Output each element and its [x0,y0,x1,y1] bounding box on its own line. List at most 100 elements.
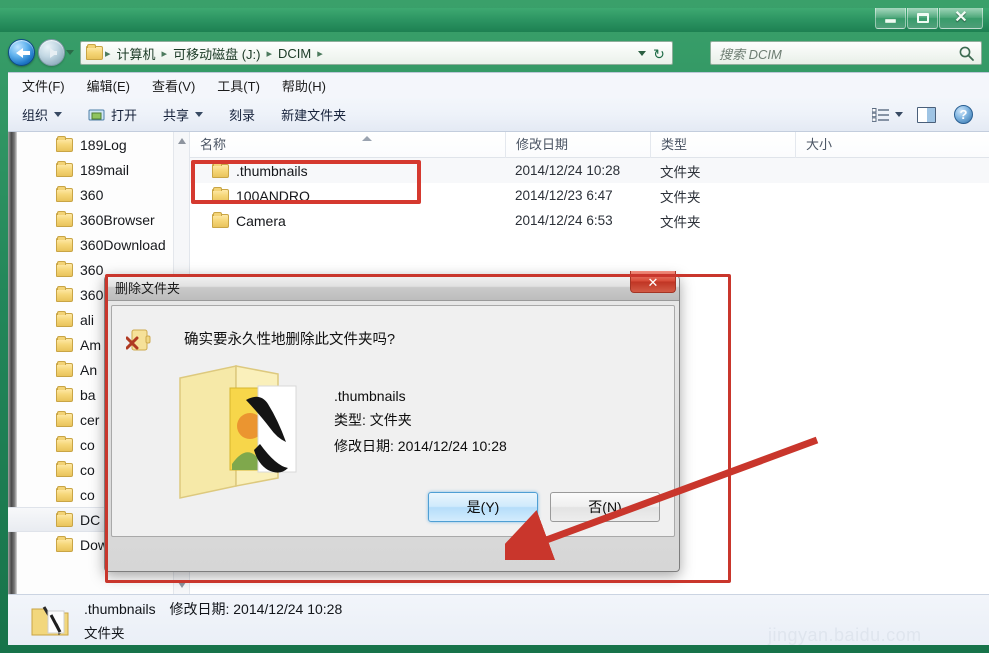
file-date-cell: 2014/12/24 6:53 [515,213,613,228]
folder-icon [56,235,73,252]
column-header-size[interactable]: 大小 [795,131,888,158]
delete-folder-dialog: 删除文件夹 ✕ 确实要永久性地删除此文件夹吗? .thumbnails 类型: … [104,271,680,572]
menu-tools[interactable]: 工具(T) [217,76,260,95]
folder-icon [56,160,73,177]
command-bar-right-group: ? [871,105,981,124]
no-button[interactable]: 否(N) [550,492,660,522]
address-bar[interactable]: ▸ 计算机 ▸ 可移动磁盘 (J:) ▸ DCIM ▸ ↻ [80,41,673,65]
file-name-label: .thumbnails [236,162,308,179]
column-header-date[interactable]: 修改日期 [505,131,650,158]
menu-view[interactable]: 查看(V) [152,76,195,95]
minimize-button[interactable] [875,8,906,29]
folder-icon [212,211,229,228]
tree-item-label: cer [80,411,100,428]
folder-icon [56,535,73,552]
close-button[interactable]: ✕ [939,8,983,29]
address-dropdown-chevron-down-icon[interactable] [638,51,646,56]
window-controls: ✕ [874,8,983,30]
change-view-icon[interactable] [871,107,889,122]
details-pane-text: .thumbnails 修改日期: 2014/12/24 10:28 文件夹 [84,599,342,642]
table-row[interactable]: .thumbnails 2014/12/24 10:28 文件夹 [190,158,989,183]
folder-icon [56,285,73,302]
new-folder-button[interactable]: 新建文件夹 [281,105,346,124]
tree-item-label: 189Log [80,136,127,153]
folder-icon [212,161,229,178]
dialog-close-button[interactable]: ✕ [630,271,676,293]
search-input[interactable]: 搜索 DCIM [719,44,782,63]
tree-item-label: 360 [80,261,104,278]
close-icon: ✕ [954,9,968,26]
dialog-question-text: 确实要永久性地删除此文件夹吗? [184,332,396,348]
tree-item-label: Am [80,336,101,353]
scroll-up-icon[interactable] [178,138,186,144]
tree-item-3[interactable]: 360Browser [8,207,189,232]
folder-icon [56,260,73,277]
open-label: 打开 [111,108,138,123]
sort-ascending-icon [362,135,372,141]
back-button[interactable] [8,39,35,66]
tree-item-label: co [80,461,95,478]
column-header-name[interactable]: 名称 [190,132,505,158]
address-bar-row: ▸ 计算机 ▸ 可移动磁盘 (J:) ▸ DCIM ▸ ↻ 搜索 DCIM [0,32,989,72]
tree-item-label: 360Download [80,236,166,253]
file-date-cell: 2014/12/24 10:28 [515,163,621,178]
yes-button[interactable]: 是(Y) [428,492,538,522]
tree-item-label: 360 [80,286,104,303]
folder-icon [30,601,70,639]
organize-button[interactable]: 组织 [22,105,63,124]
tree-item-0[interactable]: 189Log [8,132,189,157]
tree-item-label: An [80,361,98,378]
dialog-title: 删除文件夹 [115,281,181,296]
details-item-name: .thumbnails [84,600,156,617]
breadcrumb-item-removable-disk[interactable]: 可移动磁盘 (J:) [169,43,264,64]
details-pane: .thumbnails 修改日期: 2014/12/24 10:28 文件夹 [8,594,989,645]
tree-item-2[interactable]: 360 [8,182,189,207]
open-button[interactable]: 打开 [88,105,137,124]
folder-icon [56,335,73,352]
title-bar: ✕ [0,8,989,32]
folder-icon [56,310,73,327]
preview-pane-icon[interactable] [917,106,936,123]
tree-item-1[interactable]: 189mail [8,157,189,182]
tree-item-4[interactable]: 360Download [8,232,189,257]
file-name-cell: 100ANDRO [190,186,505,204]
column-header-type[interactable]: 类型 [650,131,795,158]
view-chevron-down-icon[interactable] [895,112,903,117]
refresh-icon[interactable]: ↻ [650,45,668,63]
folder-icon [56,385,73,402]
folder-icon [56,485,73,502]
table-row[interactable]: Camera 2014/12/24 6:53 文件夹 [190,208,989,233]
table-row[interactable]: 100ANDRO 2014/12/23 6:47 文件夹 [190,183,989,208]
search-box[interactable]: 搜索 DCIM [710,41,982,65]
organize-label: 组织 [22,108,49,123]
tree-item-label: ali [80,311,95,328]
breadcrumb: ▸ 计算机 ▸ 可移动磁盘 (J:) ▸ DCIM ▸ [102,43,326,64]
details-item-type: 文件夹 [84,625,125,641]
file-name-cell: .thumbnails [190,161,505,179]
menu-file[interactable]: 文件(F) [22,76,65,95]
share-button[interactable]: 共享 [163,105,204,124]
chevron-down-icon [195,112,204,117]
dialog-item-details: .thumbnails 类型: 文件夹 修改日期: 2014/12/24 10:… [334,388,507,462]
breadcrumb-item-computer[interactable]: 计算机 [113,43,160,64]
burn-button[interactable]: 刻录 [229,105,255,124]
scroll-down-icon[interactable] [178,582,186,588]
help-icon[interactable]: ? [954,105,973,124]
folder-icon [56,360,73,377]
dialog-item-name: .thumbnails [334,388,406,404]
tree-item-label: co [80,436,95,453]
dialog-item-type: 类型: 文件夹 [334,412,412,428]
breadcrumb-item-dcim[interactable]: DCIM [274,45,315,62]
recent-locations-chevron-down-icon[interactable] [66,50,74,55]
burn-label: 刻录 [229,108,256,123]
maximize-button[interactable] [907,8,938,29]
menu-help[interactable]: 帮助(H) [282,76,326,95]
file-type-cell: 文件夹 [660,214,701,230]
details-line-1: .thumbnails 修改日期: 2014/12/24 10:28 [84,599,342,619]
folder-icon [56,435,73,452]
tree-item-label: 360 [80,186,104,203]
maximize-icon [916,13,929,23]
menu-edit[interactable]: 编辑(E) [87,76,130,95]
forward-button[interactable] [38,39,65,66]
tree-item-label: ba [80,386,96,403]
